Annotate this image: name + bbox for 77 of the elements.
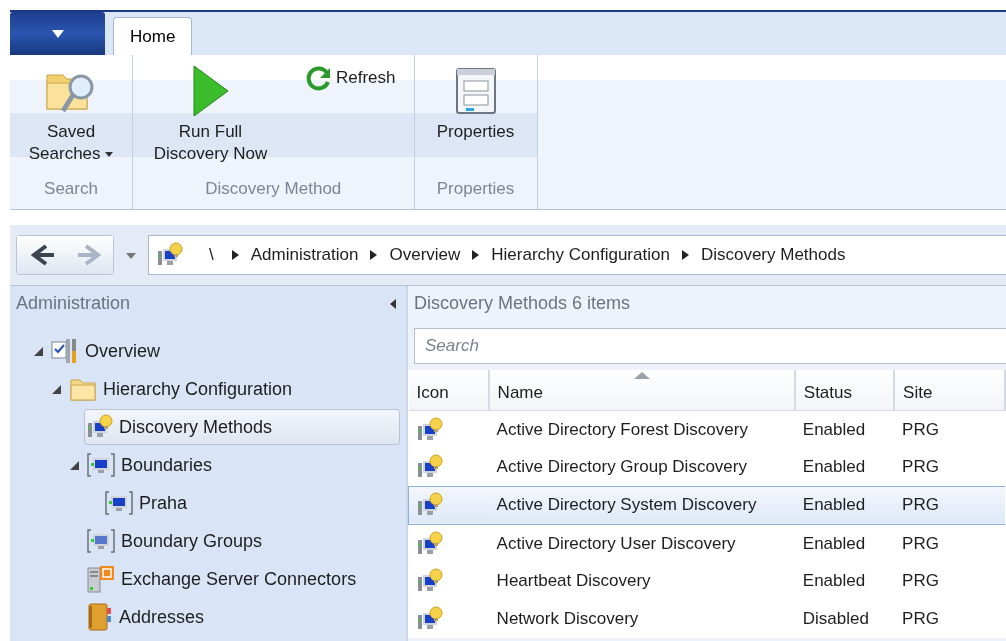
breadcrumb-item[interactable]: Discovery Methods <box>700 242 846 268</box>
tree-item[interactable]: Exchange Server Connectors <box>84 561 364 597</box>
table-row[interactable]: Network Discovery Disabled PRG <box>408 600 1005 638</box>
table-cell: Enabled <box>794 524 895 562</box>
computer-bulb-icon <box>416 454 443 480</box>
computer-bulb-icon <box>87 414 113 440</box>
breadcrumb-item[interactable]: Overview <box>389 242 461 268</box>
table-row[interactable]: Active Directory User Discovery Enabled PRG <box>408 524 1005 562</box>
search-field[interactable]: Search <box>414 328 1006 364</box>
table-cell: PRG <box>894 562 1005 600</box>
bracketed-computer-icon <box>87 452 115 478</box>
tree-item[interactable]: Overview <box>48 333 167 369</box>
tree-item[interactable]: Boundaries <box>84 447 220 483</box>
table-cell: Enabled <box>794 410 895 448</box>
tree-item[interactable]: Hierarchy Configuration <box>66 371 300 407</box>
bracketed-computer-icon <box>105 490 133 516</box>
refresh-button[interactable]: Refresh <box>302 55 400 91</box>
computer-bulb-icon <box>416 416 443 443</box>
address-book-icon <box>87 603 113 631</box>
table-cell: Disabled <box>794 600 895 638</box>
chevron-icon <box>231 250 239 260</box>
column-header[interactable]: Status <box>794 370 895 410</box>
table-cell: PRG <box>894 486 1005 524</box>
checklist-tools-icon <box>51 337 79 365</box>
chevron-icon <box>681 250 689 260</box>
caret-icon <box>126 252 136 259</box>
breadcrumb-item[interactable]: \ <box>209 242 214 268</box>
table-cell: Active Directory User Discovery <box>488 524 795 562</box>
group-caption: Discovery Method <box>204 178 343 201</box>
table-cell: Heartbeat Discovery <box>488 562 795 600</box>
table-cell: Enabled <box>794 486 895 524</box>
ribbon-tab[interactable]: Home <box>113 17 193 55</box>
computer-bulb-icon <box>416 530 443 557</box>
breadcrumb-item[interactable]: Administration <box>250 242 359 268</box>
computer-bulb-icon <box>157 242 183 268</box>
server-icon <box>87 565 115 593</box>
sort-arrow-icon <box>633 372 650 379</box>
tree-item[interactable]: Discovery Methods <box>84 409 400 445</box>
table-cell: Active Directory System Discovery <box>488 486 795 524</box>
column-header[interactable]: Icon <box>408 370 489 410</box>
table-cell: PRG <box>894 600 1005 638</box>
play-icon <box>191 65 230 117</box>
chevron-icon <box>370 250 378 260</box>
expand-toggle[interactable] <box>69 460 79 470</box>
run-button[interactable]: Run Full Discovery Now <box>133 55 302 165</box>
table-cell: Enabled <box>794 562 895 600</box>
pane-title: Administration <box>16 291 131 315</box>
list-title: Discovery Methods 6 items <box>413 291 632 315</box>
column-header[interactable]: Site <box>894 370 1005 410</box>
table-cell: Enabled <box>794 448 895 486</box>
bracketed-computers-icon <box>87 528 115 554</box>
breadcrumb-item[interactable]: Hierarchy Configuration <box>491 242 670 268</box>
table-cell: Network Discovery <box>488 600 795 638</box>
column-header[interactable]: Name <box>488 370 795 410</box>
table-row[interactable]: Heartbeat Discovery Enabled PRG <box>408 562 1005 600</box>
table-cell: PRG <box>894 524 1005 562</box>
table-cell: PRG <box>894 448 1005 486</box>
table-row[interactable]: Active Directory Group Discovery Enabled PRG <box>408 448 1005 486</box>
group-caption: Search <box>43 178 99 201</box>
expand-toggle[interactable] <box>51 384 61 394</box>
expand-toggle[interactable] <box>33 346 43 356</box>
table-row[interactable]: Active Directory Forest Discovery Enabled PRG <box>408 410 1005 448</box>
tree-item[interactable]: Addresses <box>84 599 212 635</box>
table-cell: Active Directory Group Discovery <box>488 448 795 486</box>
table-cell: PRG <box>894 410 1005 448</box>
table-cell: Active Directory Forest Discovery <box>488 410 795 448</box>
collapse-icon <box>390 298 396 309</box>
refresh-icon <box>306 65 332 91</box>
chevron-icon <box>472 250 480 260</box>
table-row[interactable]: Active Directory System Discovery Enabled PRG <box>408 486 1005 524</box>
properties-icon <box>455 68 496 114</box>
tree-item[interactable]: Praha <box>102 485 195 521</box>
caret-icon <box>51 29 64 38</box>
back-button[interactable] <box>17 236 65 274</box>
tree-item[interactable]: Boundary Groups <box>84 523 270 559</box>
group-caption: Properties <box>435 178 516 201</box>
folder-icon <box>69 376 97 402</box>
